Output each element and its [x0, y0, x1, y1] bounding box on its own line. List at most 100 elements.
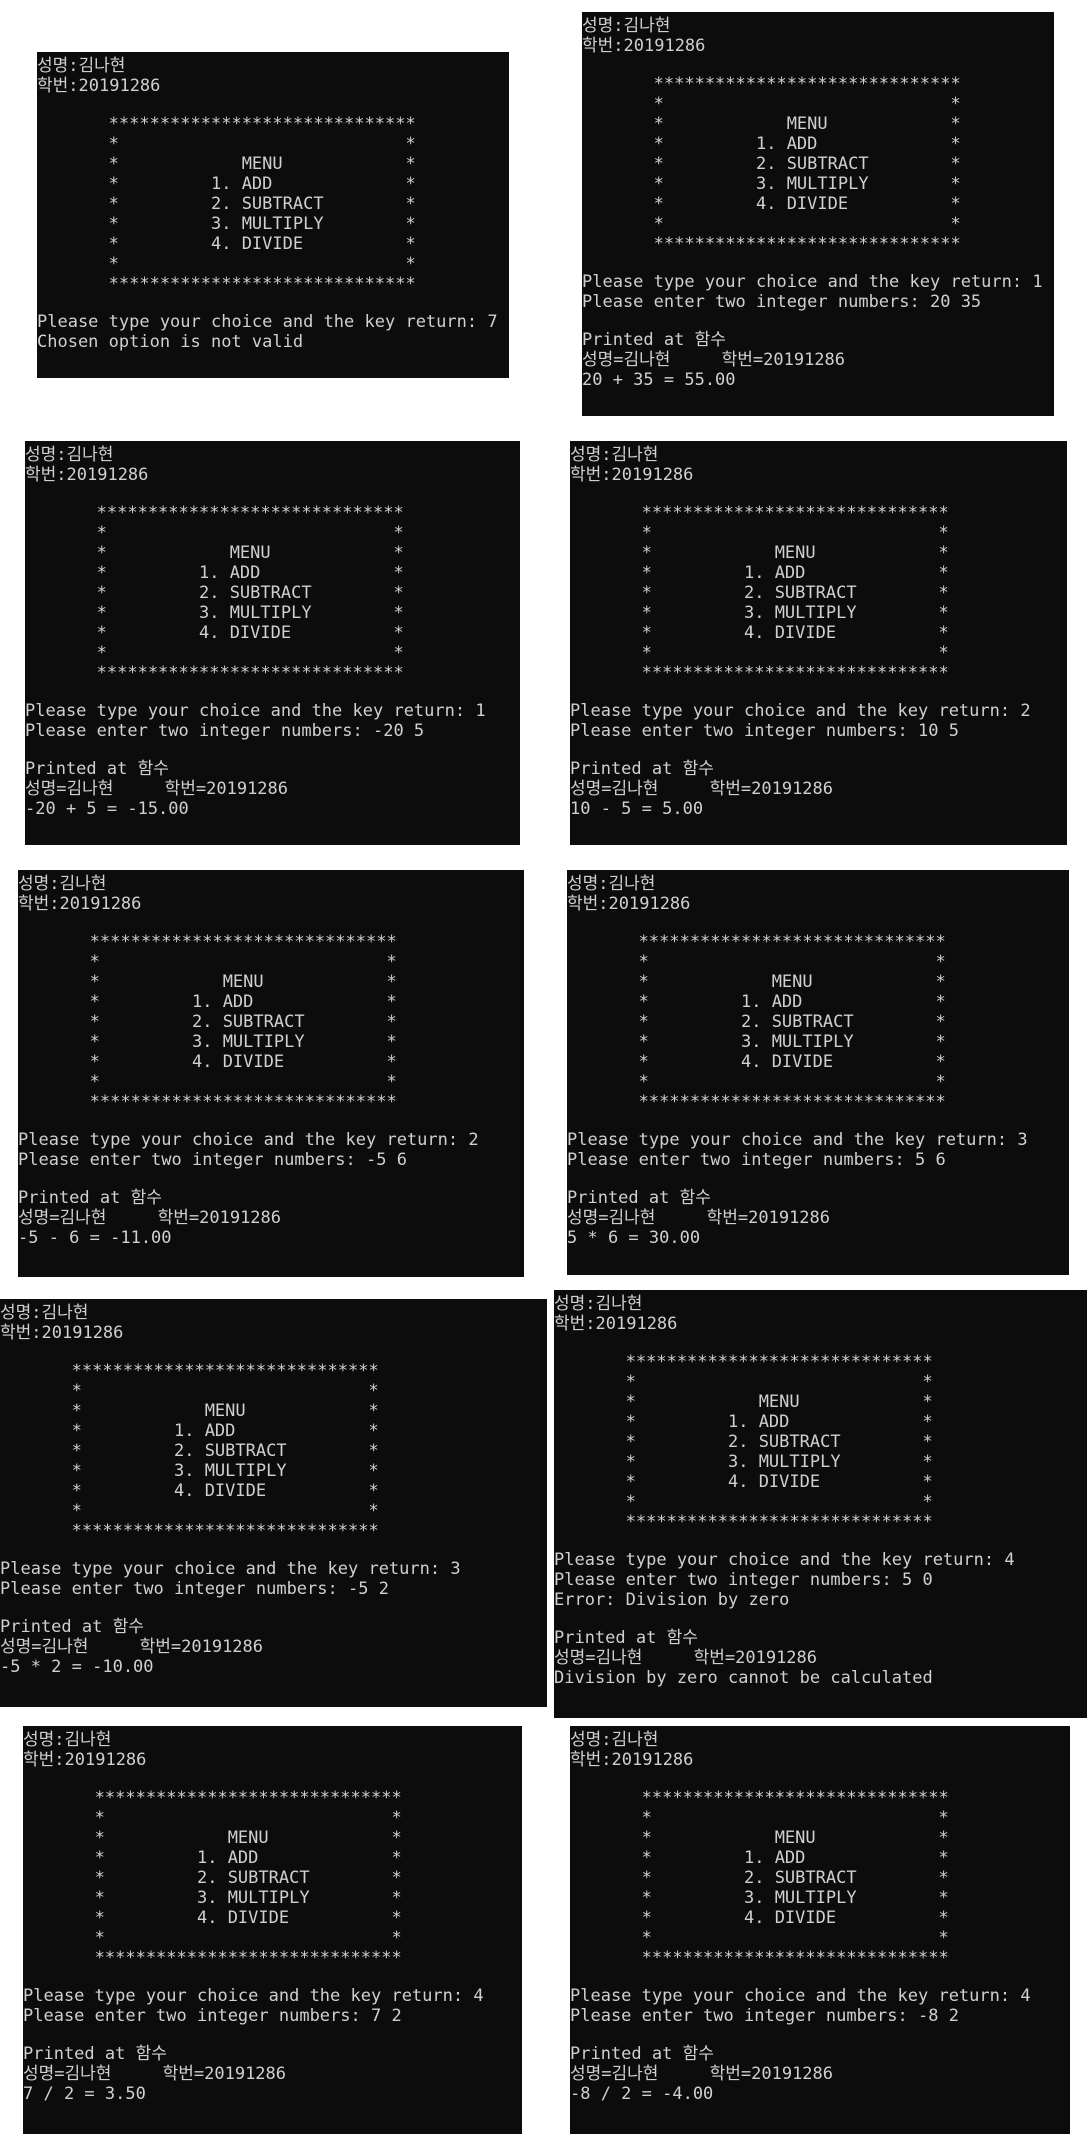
menu-title: * MENU *	[0, 1401, 379, 1421]
printed-at-line: Printed at 함수	[570, 759, 714, 779]
name-line: 성명:김나현	[18, 874, 107, 894]
menu-item-multiply: * 3. MULTIPLY *	[0, 1461, 379, 1481]
name-line: 성명:김나현	[37, 56, 126, 76]
menu-item-subtract: * 2. SUBTRACT *	[23, 1868, 402, 1888]
numbers-prompt: Please enter two integer numbers: -5 6	[18, 1150, 407, 1170]
menu-item-add: * 1. ADD *	[570, 563, 949, 583]
terminal-screenshot-3: 성명:김나현 학번:20191286 *********************…	[25, 441, 520, 845]
menu-line: * *	[554, 1492, 933, 1512]
printed-at-line: Printed at 함수	[18, 1188, 162, 1208]
menu-item-multiply: * 3. MULTIPLY *	[582, 174, 961, 194]
menu-item-add: * 1. ADD *	[582, 134, 961, 154]
result-line: Division by zero cannot be calculated	[554, 1668, 933, 1688]
menu-border-top: ******************************	[570, 503, 949, 523]
menu-item-subtract: * 2. SUBTRACT *	[570, 1868, 949, 1888]
numbers-prompt: Please enter two integer numbers: 10 5	[570, 721, 959, 741]
name-line: 성명:김나현	[570, 445, 659, 465]
menu-border-bottom: ******************************	[570, 663, 949, 683]
menu-line: * *	[0, 1501, 379, 1521]
menu-border-bottom: ******************************	[570, 1948, 949, 1968]
result-line: -20 + 5 = -15.00	[25, 799, 189, 819]
menu-border-bottom: ******************************	[37, 274, 416, 294]
name-id-line: 성명=김나현 학번=20191286	[570, 2064, 834, 2084]
menu-item-divide: * 4. DIVIDE *	[23, 1908, 402, 1928]
menu-item-multiply: * 3. MULTIPLY *	[37, 214, 416, 234]
result-line: 5 * 6 = 30.00	[567, 1228, 701, 1248]
menu-item-divide: * 4. DIVIDE *	[582, 194, 961, 214]
menu-item-subtract: * 2. SUBTRACT *	[25, 583, 404, 603]
menu-title: * MENU *	[554, 1392, 933, 1412]
choice-prompt: Please type your choice and the key retu…	[554, 1550, 1015, 1570]
menu-item-multiply: * 3. MULTIPLY *	[23, 1888, 402, 1908]
choice-prompt: Please type your choice and the key retu…	[570, 701, 1031, 721]
menu-border-bottom: ******************************	[18, 1092, 397, 1112]
menu-line: * *	[23, 1928, 402, 1948]
menu-item-add: * 1. ADD *	[0, 1421, 379, 1441]
menu-line: * *	[570, 1928, 949, 1948]
menu-title: * MENU *	[23, 1828, 402, 1848]
menu-item-multiply: * 3. MULTIPLY *	[570, 1888, 949, 1908]
numbers-prompt: Please enter two integer numbers: 5 0	[554, 1570, 933, 1590]
student-id-line: 학번:20191286	[582, 36, 706, 56]
terminal-screenshot-7: 성명:김나현 학번:20191286 *********************…	[0, 1299, 547, 1707]
student-id-line: 학번:20191286	[570, 1750, 694, 1770]
printed-at-line: Printed at 함수	[570, 2044, 714, 2064]
choice-prompt: Please type your choice and the key retu…	[582, 272, 1043, 292]
menu-item-subtract: * 2. SUBTRACT *	[567, 1012, 946, 1032]
menu-item-subtract: * 2. SUBTRACT *	[18, 1012, 397, 1032]
student-id-line: 학번:20191286	[18, 894, 142, 914]
printed-at-line: Printed at 함수	[23, 2044, 167, 2064]
menu-line: * *	[567, 952, 946, 972]
menu-title: * MENU *	[582, 114, 961, 134]
name-line: 성명:김나현	[0, 1303, 89, 1323]
menu-line: * *	[37, 134, 416, 154]
name-line: 성명:김나현	[554, 1294, 643, 1314]
menu-border-top: ******************************	[570, 1788, 949, 1808]
name-id-line: 성명=김나현 학번=20191286	[23, 2064, 287, 2084]
student-id-line: 학번:20191286	[37, 76, 161, 96]
terminal-screenshot-4: 성명:김나현 학번:20191286 *********************…	[570, 441, 1067, 845]
menu-border-top: ******************************	[23, 1788, 402, 1808]
error-message: Error: Division by zero	[554, 1590, 790, 1610]
name-id-line: 성명=김나현 학번=20191286	[25, 779, 289, 799]
menu-border-bottom: ******************************	[23, 1948, 402, 1968]
terminal-screenshot-10: 성명:김나현 학번:20191286 *********************…	[570, 1726, 1070, 2134]
menu-item-add: * 1. ADD *	[25, 563, 404, 583]
menu-item-divide: * 4. DIVIDE *	[567, 1052, 946, 1072]
menu-item-multiply: * 3. MULTIPLY *	[570, 603, 949, 623]
menu-line: * *	[23, 1808, 402, 1828]
menu-item-divide: * 4. DIVIDE *	[25, 623, 404, 643]
menu-item-divide: * 4. DIVIDE *	[37, 234, 416, 254]
name-id-line: 성명=김나현 학번=20191286	[554, 1648, 818, 1668]
menu-border-bottom: ******************************	[582, 234, 961, 254]
menu-item-divide: * 4. DIVIDE *	[0, 1481, 379, 1501]
name-id-line: 성명=김나현 학번=20191286	[18, 1208, 282, 1228]
printed-at-line: Printed at 함수	[567, 1188, 711, 1208]
student-id-line: 학번:20191286	[23, 1750, 147, 1770]
student-id-line: 학번:20191286	[567, 894, 691, 914]
menu-border-top: ******************************	[554, 1352, 933, 1372]
menu-line: * *	[554, 1372, 933, 1392]
student-id-line: 학번:20191286	[25, 465, 149, 485]
student-id-line: 학번:20191286	[570, 465, 694, 485]
terminal-screenshot-9: 성명:김나현 학번:20191286 *********************…	[23, 1726, 522, 2134]
choice-prompt: Please type your choice and the key retu…	[23, 1986, 484, 2006]
menu-title: * MENU *	[18, 972, 397, 992]
menu-line: * *	[18, 952, 397, 972]
menu-border-top: ******************************	[18, 932, 397, 952]
menu-border-bottom: ******************************	[567, 1092, 946, 1112]
